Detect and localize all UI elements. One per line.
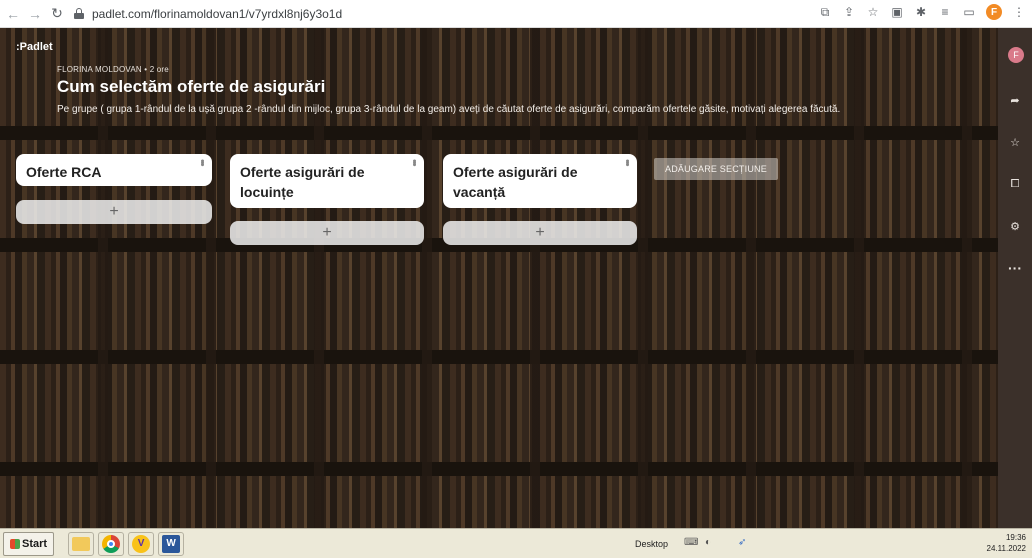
chrome-taskbar-button[interactable] — [98, 531, 125, 556]
windows-flag-icon — [10, 538, 20, 549]
user-avatar[interactable]: F — [1008, 47, 1024, 63]
browser-toolbar: ← → ↻ padlet.com/florinamoldovan1/v7yrdx… — [0, 0, 1032, 28]
volume-icon[interactable]: ◐ — [705, 537, 711, 548]
share-page-icon[interactable]: ⇪ — [842, 5, 856, 19]
start-button[interactable]: Start — [3, 531, 55, 556]
page-title: Cum selectăm oferte de asigurări — [57, 77, 326, 96]
network-icon[interactable]: ⌨ — [684, 537, 698, 548]
padlet-logo[interactable]: :Padlet — [16, 41, 53, 53]
extensions-puzzle-icon[interactable]: ✱ — [914, 5, 928, 19]
star-icon[interactable]: ☆ — [1005, 132, 1025, 152]
padlet-sidebar: F ➦ ☆ ⧠ ⚙ ··· — [998, 28, 1032, 528]
folder-icon — [72, 536, 91, 551]
windows-taskbar: Start V W Desktop ⌨ ◐ ➶ 19:36 24.11.2022 — [0, 528, 1032, 558]
reading-list-icon[interactable]: ≡ — [938, 5, 952, 19]
section-oferte-vacanta[interactable]: Oferte asigurări de vacanță ••• — [443, 154, 637, 208]
word-icon: W — [162, 534, 181, 553]
remake-icon[interactable]: ⧠ — [1005, 174, 1025, 194]
menu-kebab-icon[interactable]: ⋮ — [1012, 5, 1026, 19]
add-post-button[interactable]: + — [16, 200, 212, 224]
padlet-board: :Padlet FLORINA MOLDOVAN • 2 ore Cum sel… — [0, 28, 998, 528]
forward-icon[interactable]: → — [26, 5, 44, 23]
clock-date: 24.11.2022 — [986, 544, 1026, 553]
tray-app-icon[interactable]: ➶ — [738, 537, 746, 548]
share-icon[interactable]: ➦ — [1005, 90, 1025, 110]
section-menu-icon[interactable]: ••• — [408, 159, 420, 165]
section-oferte-rca[interactable]: Oferte RCA ••• — [16, 154, 212, 186]
add-post-button[interactable]: + — [230, 221, 424, 245]
chrome-icon — [102, 534, 121, 553]
section-menu-icon[interactable]: ••• — [621, 159, 633, 165]
url-text[interactable]: padlet.com/florinamoldovan1/v7yrdxl8nj6y… — [92, 7, 342, 21]
add-post-button[interactable]: + — [443, 221, 637, 245]
page-description: Pe grupe ( grupa 1-rândul de la ușă grup… — [57, 104, 841, 115]
more-icon[interactable]: ··· — [1005, 258, 1025, 278]
start-label: Start — [22, 537, 48, 550]
section-title: Oferte asigurări de locuințe — [240, 164, 365, 200]
back-icon[interactable]: ← — [4, 5, 22, 23]
add-section-button[interactable]: ADĂUGARE SECȚIUNE — [654, 158, 778, 180]
extension-box-icon[interactable]: ▣ — [890, 5, 904, 19]
address-bar[interactable]: padlet.com/florinamoldovan1/v7yrdxl8nj6y… — [74, 3, 342, 25]
reload-icon[interactable]: ↻ — [48, 5, 66, 23]
profile-avatar[interactable]: F — [986, 4, 1002, 20]
section-menu-icon[interactable]: ••• — [196, 159, 208, 165]
vpn-taskbar-button[interactable]: V — [128, 531, 155, 556]
word-taskbar-button[interactable]: W — [158, 531, 185, 556]
author-info: FLORINA MOLDOVAN • 2 ore — [57, 65, 169, 74]
section-oferte-locuinte[interactable]: Oferte asigurări de locuințe ••• — [230, 154, 424, 208]
system-clock[interactable]: 19:36 24.11.2022 — [987, 532, 1026, 554]
settings-icon[interactable]: ⚙ — [1005, 216, 1025, 236]
vpn-shield-icon: V — [132, 534, 151, 553]
bookmark-star-icon[interactable]: ☆ — [866, 5, 880, 19]
section-title: Oferte RCA — [26, 164, 102, 180]
explorer-taskbar-button[interactable] — [68, 531, 95, 556]
side-panel-icon[interactable]: ▭ — [962, 5, 976, 19]
section-title: Oferte asigurări de vacanță — [453, 164, 578, 200]
open-in-new-icon[interactable]: ⧉ — [818, 5, 832, 19]
desktop-toolbar-label[interactable]: Desktop — [635, 539, 668, 549]
lock-icon — [74, 8, 84, 19]
clock-time: 19:36 — [1005, 533, 1026, 542]
